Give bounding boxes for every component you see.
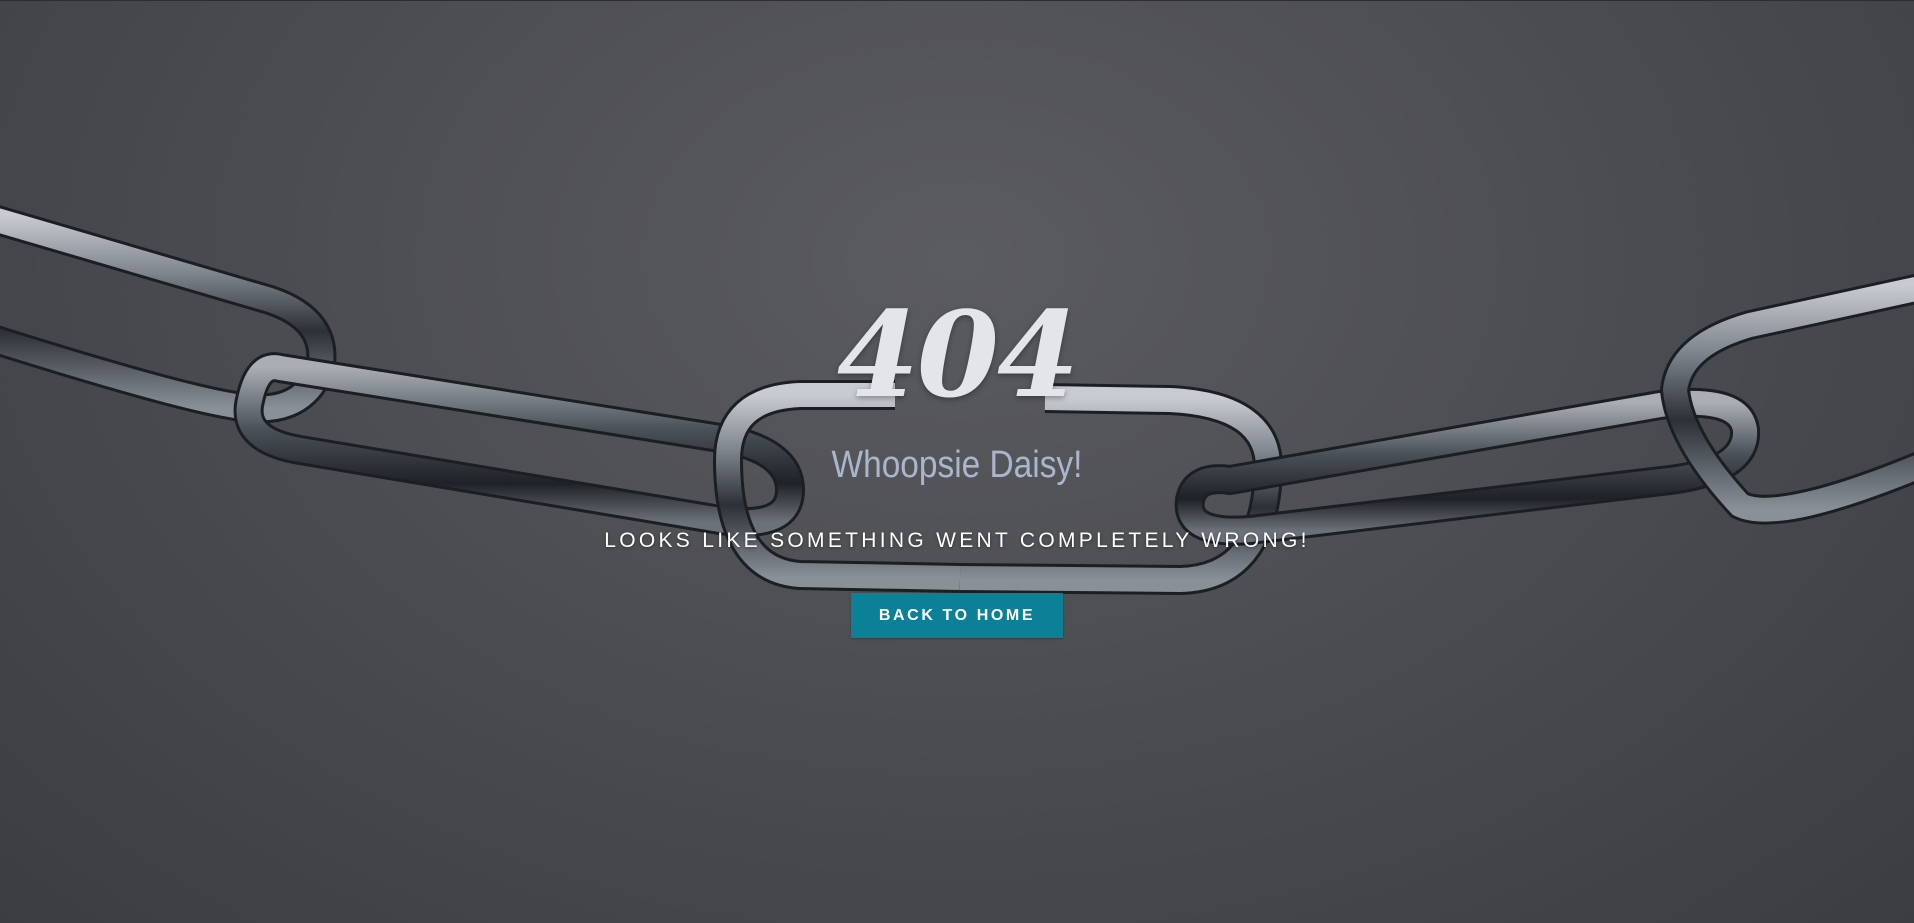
back-to-home-button[interactable]: BACK TO HOME	[851, 593, 1063, 638]
error-title: Whoopsie Daisy!	[831, 444, 1083, 486]
error-code: 404	[836, 285, 1079, 424]
error-content: 404 Whoopsie Daisy! LOOKS LIKE SOMETHING…	[0, 0, 1914, 923]
error-message: LOOKS LIKE SOMETHING WENT COMPLETELY WRO…	[604, 529, 1310, 552]
